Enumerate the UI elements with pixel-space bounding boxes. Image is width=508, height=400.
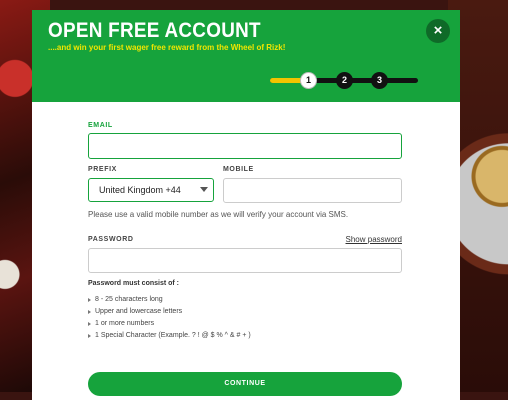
step-1: 1 [300, 72, 317, 89]
password-rule: 1 or more numbers [88, 318, 402, 330]
show-password-link[interactable]: Show password [346, 235, 402, 244]
password-rule: 8 - 25 characters long [88, 294, 402, 306]
continue-button[interactable]: CONTINUE [88, 372, 402, 396]
password-rules-list: 8 - 25 characters long Upper and lowerca… [88, 294, 402, 342]
step-3: 3 [371, 72, 388, 89]
password-rule: Upper and lowercase letters [88, 306, 402, 318]
email-field[interactable] [88, 133, 402, 159]
prefix-select[interactable]: United Kingdom +44 [88, 178, 214, 202]
mobile-field[interactable] [223, 178, 402, 203]
mobile-hint: Please use a valid mobile number as we w… [88, 210, 349, 219]
prefix-label: PREFIX [88, 166, 117, 173]
prefix-select-value: United Kingdom +44 [99, 185, 181, 195]
mobile-label: MOBILE [223, 166, 254, 173]
step-progress: 1 2 3 [270, 72, 418, 90]
close-icon[interactable]: × [426, 19, 450, 43]
password-field[interactable] [88, 248, 402, 273]
password-label: PASSWORD [88, 236, 134, 243]
modal-header: OPEN FREE ACCOUNT ....and win your first… [32, 10, 460, 102]
email-label: EMAIL [88, 122, 113, 129]
modal-subtitle: ....and win your first wager free reward… [48, 43, 286, 52]
step-2: 2 [336, 72, 353, 89]
modal-title: OPEN FREE ACCOUNT [48, 19, 261, 42]
password-rules-title: Password must consist of : [88, 280, 180, 287]
chevron-down-icon [200, 187, 208, 192]
signup-modal: OPEN FREE ACCOUNT ....and win your first… [32, 10, 460, 400]
password-rule: 1 Special Character (Example. ? ! @ $ % … [88, 330, 402, 342]
